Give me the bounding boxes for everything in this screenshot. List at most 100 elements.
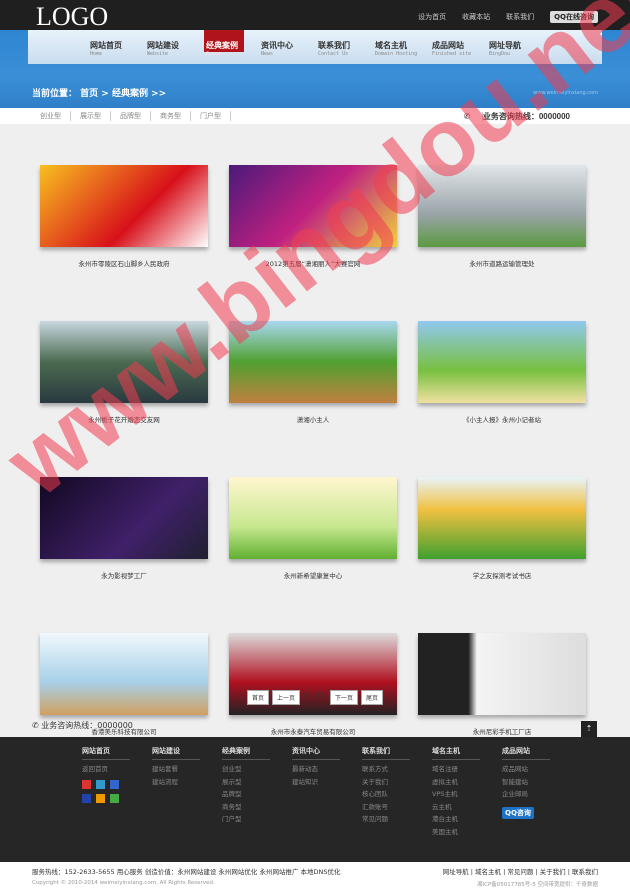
footer-heading[interactable]: 联系我们	[362, 746, 410, 760]
footer-link[interactable]: 虚拟主机	[432, 776, 502, 789]
nav-domain[interactable]: 域名主机 Domain Hosting	[375, 30, 432, 64]
footer-link[interactable]: 展示型	[222, 776, 292, 789]
set-homepage-link[interactable]: 设为首页	[418, 12, 446, 22]
case-thumbnail[interactable]	[40, 165, 208, 247]
logo[interactable]: LOGO	[36, 2, 108, 32]
footer-link[interactable]: 域名注册	[432, 763, 502, 776]
footer-link[interactable]: 联系方式	[362, 763, 432, 776]
case-item[interactable]: 永州新希望康复中心	[229, 477, 397, 580]
case-item[interactable]: 2012第五届“潇湘丽人”大赛官网	[229, 165, 397, 268]
nav-sub: News	[261, 51, 274, 57]
case-title[interactable]: 永州新希望康复中心	[229, 570, 397, 580]
footer-link[interactable]: 汇款账号	[362, 801, 432, 814]
nav-news[interactable]: 资讯中心 News	[261, 30, 318, 64]
case-title[interactable]: 永为影视梦工厂	[40, 570, 208, 580]
footer-heading[interactable]: 经典案例	[222, 746, 270, 760]
filter-brand[interactable]: 品牌型	[111, 111, 151, 121]
qq-consult-footer-button[interactable]: QQ咨询	[502, 806, 534, 819]
case-thumbnail[interactable]	[40, 477, 208, 559]
footer-link[interactable]: 返回首页	[82, 763, 152, 776]
case-thumbnail[interactable]	[418, 321, 586, 403]
case-title[interactable]: 永州尼彩手机工厂店	[418, 726, 586, 736]
page-2[interactable]: [2]	[303, 690, 314, 705]
nav-contact[interactable]: 联系我们 Contact Us	[318, 30, 375, 64]
pagination: 首页 上一页 [2] [3] 下一页 尾页	[247, 690, 384, 705]
footer-link[interactable]: 核心团队	[362, 788, 432, 801]
case-thumbnail[interactable]	[40, 633, 208, 715]
case-item[interactable]: 永州栀子花开婚恋交友网	[40, 321, 208, 424]
footer-link[interactable]: 美国主机	[432, 826, 502, 839]
footer-link[interactable]: 成品网站	[502, 763, 572, 776]
nav-home[interactable]: 网站首页 Home	[90, 30, 147, 64]
case-item[interactable]: 永州市永泰汽车贸易有限公司	[229, 633, 397, 736]
footer-link[interactable]: 最新动态	[292, 763, 362, 776]
case-title[interactable]: 《小主人报》永州小记者站	[418, 414, 586, 424]
case-item[interactable]: 永州市道路运输管理处	[418, 165, 586, 268]
footer-heading[interactable]: 资讯中心	[292, 746, 340, 760]
footer-link[interactable]: 港台主机	[432, 813, 502, 826]
case-item[interactable]: 学之友探测考试书店	[418, 477, 586, 580]
page-prev[interactable]: 上一页	[272, 690, 301, 705]
footer-link[interactable]: 智能建站	[502, 776, 572, 789]
case-title[interactable]: 永州栀子花开婚恋交友网	[40, 414, 208, 424]
qq-consult-button[interactable]: QQ在线咨询	[550, 11, 598, 23]
case-item[interactable]: 永为影视梦工厂	[40, 477, 208, 580]
case-thumbnail[interactable]	[229, 165, 397, 247]
share-icon[interactable]	[82, 793, 91, 803]
case-title[interactable]: 永州市道路运输管理处	[418, 258, 586, 268]
footer-link[interactable]: 建站知识	[292, 776, 362, 789]
nav-finished[interactable]: 成品网站 Finished site	[432, 30, 489, 64]
case-item[interactable]: 永州尼彩手机工厂店	[418, 633, 586, 736]
case-item[interactable]: 《小主人报》永州小记者站	[418, 321, 586, 424]
footer-link[interactable]: 企业邮局	[502, 788, 572, 801]
case-thumbnail[interactable]	[229, 321, 397, 403]
footer-link[interactable]: 建站套餐	[152, 763, 222, 776]
case-item[interactable]: 潇湘小主人	[229, 321, 397, 424]
case-thumbnail[interactable]	[229, 477, 397, 559]
filter-showcase[interactable]: 展示型	[71, 111, 111, 121]
footer-link[interactable]: VPS主机	[432, 788, 502, 801]
case-thumbnail[interactable]	[418, 633, 586, 715]
footer-heading[interactable]: 网站建设	[152, 746, 200, 760]
share-icon[interactable]	[96, 793, 105, 803]
footer-link[interactable]: 门户型	[222, 813, 292, 826]
page-3[interactable]: [3]	[317, 690, 328, 705]
footer-heading[interactable]: 成品网站	[502, 746, 550, 760]
footer-link[interactable]: 创业型	[222, 763, 292, 776]
share-icon[interactable]	[110, 779, 119, 789]
contact-link[interactable]: 联系我们	[506, 12, 534, 22]
case-thumbnail[interactable]	[40, 321, 208, 403]
case-title[interactable]: 学之友探测考试书店	[418, 570, 586, 580]
footer-link[interactable]: 云主机	[432, 801, 502, 814]
filter-portal[interactable]: 门户型	[191, 111, 231, 121]
footer-link[interactable]: 商务型	[222, 801, 292, 814]
main-nav: 网站首页 Home 网站建设 Website 经典案例 Cases 资讯中心 News …	[28, 30, 602, 64]
case-thumbnail[interactable]	[418, 165, 586, 247]
filter-startup[interactable]: 创业型	[40, 111, 71, 121]
share-icon[interactable]	[96, 779, 105, 789]
nav-website[interactable]: 网站建设 Website	[147, 30, 204, 64]
footer-link[interactable]: 关于我们	[362, 776, 432, 789]
case-title[interactable]: 2012第五届“潇湘丽人”大赛官网	[229, 258, 397, 268]
footer-link[interactable]: 常见问题	[362, 813, 432, 826]
bottom-links[interactable]: 网址导航 | 域名主机 | 常见问题 | 关于我们 | 联系我们	[443, 866, 598, 876]
case-thumbnail[interactable]	[418, 477, 586, 559]
case-title[interactable]: 永州市零陵区石山脚乡人民政府	[40, 258, 208, 268]
back-to-top-button[interactable]: ⇡	[581, 721, 597, 737]
case-item[interactable]: 永州市零陵区石山脚乡人民政府	[40, 165, 208, 268]
footer-heading[interactable]: 网站首页	[82, 746, 130, 760]
bookmark-link[interactable]: 收藏本站	[462, 12, 490, 22]
footer-link[interactable]: 品牌型	[222, 788, 292, 801]
nav-bingdou[interactable]: 网址导航 BingDou	[489, 30, 546, 64]
filter-business[interactable]: 商务型	[151, 111, 191, 121]
footer-link[interactable]: 建站流程	[152, 776, 222, 789]
page-next[interactable]: 下一页	[330, 690, 359, 705]
page-last[interactable]: 尾页	[361, 690, 384, 705]
case-title[interactable]: 潇湘小主人	[229, 414, 397, 424]
case-title[interactable]: 永州市永泰汽车贸易有限公司	[229, 726, 397, 736]
footer-heading[interactable]: 域名主机	[432, 746, 480, 760]
share-icon[interactable]	[110, 793, 119, 803]
share-icon[interactable]	[82, 779, 91, 789]
page-first[interactable]: 首页	[247, 690, 270, 705]
nav-cases[interactable]: 经典案例 Cases	[204, 30, 244, 57]
